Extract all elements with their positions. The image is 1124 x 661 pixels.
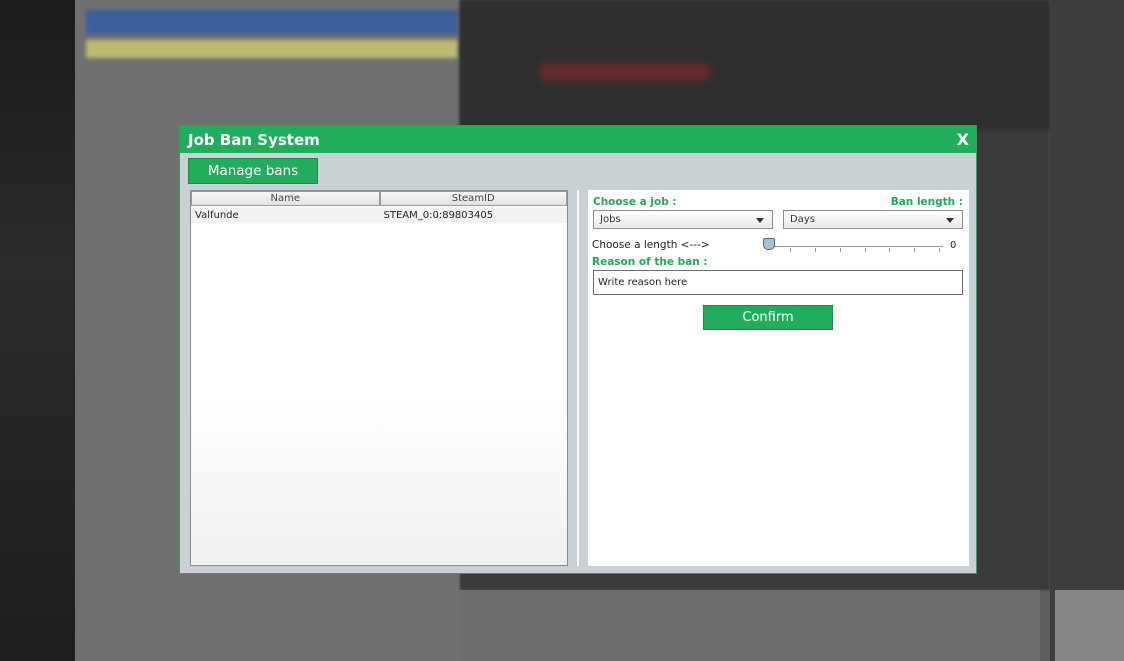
manage-bans-button[interactable]: Manage bans: [188, 158, 318, 184]
background-right: [1050, 0, 1124, 661]
slider-tick: [815, 248, 816, 252]
background-game-left: [0, 0, 75, 661]
length-value: 0: [950, 240, 957, 251]
reason-input[interactable]: [593, 270, 963, 295]
reason-label: Reason of the ban :: [592, 256, 708, 268]
choose-length-label: Choose a length <--->: [592, 239, 710, 251]
background-bottom: [460, 590, 1040, 661]
slider-tick: [914, 248, 915, 252]
chevron-down-icon: [756, 218, 764, 223]
ban-length-label: Ban length :: [890, 196, 963, 208]
length-unit-value: Days: [790, 214, 815, 225]
column-header-name[interactable]: Name: [191, 191, 380, 206]
confirm-button[interactable]: Confirm: [703, 305, 833, 330]
background-blur-blue: [86, 10, 458, 34]
column-header-steamid[interactable]: SteamID: [379, 191, 567, 206]
close-button[interactable]: X: [957, 130, 969, 149]
choose-job-label: Choose a job :: [593, 196, 677, 208]
slider-tick: [865, 248, 866, 252]
job-select-value: Jobs: [600, 214, 621, 225]
row-steamid: STEAM_0:0:89803405: [383, 209, 494, 221]
list-header: Name SteamID: [191, 191, 567, 207]
ban-list[interactable]: Name SteamID Valfunde STEAM_0:0:89803405: [190, 190, 568, 566]
ban-form-panel: Choose a job : Ban length : Jobs Days Ch…: [588, 190, 969, 566]
table-row[interactable]: Valfunde STEAM_0:0:89803405: [191, 207, 567, 223]
dialog-titlebar[interactable]: Job Ban System X: [180, 126, 976, 153]
slider-tick: [790, 248, 791, 252]
job-select[interactable]: Jobs: [593, 210, 773, 229]
job-ban-dialog: Job Ban System X Manage bans Name SteamI…: [179, 125, 977, 574]
row-name: Valfunde: [195, 209, 239, 221]
panel-divider: [577, 190, 579, 566]
chevron-down-icon: [946, 218, 954, 223]
length-slider[interactable]: [763, 238, 943, 254]
slider-handle[interactable]: [763, 238, 775, 250]
background-blur-red: [540, 64, 710, 80]
slider-tick: [889, 248, 890, 252]
background-blur-yellow: [86, 40, 458, 58]
slider-tick: [840, 248, 841, 252]
slider-tick: [939, 248, 940, 252]
slider-track: [765, 246, 943, 247]
background-bottom-right: [1055, 590, 1124, 661]
dialog-title: Job Ban System: [188, 130, 320, 149]
length-unit-select[interactable]: Days: [783, 210, 963, 229]
